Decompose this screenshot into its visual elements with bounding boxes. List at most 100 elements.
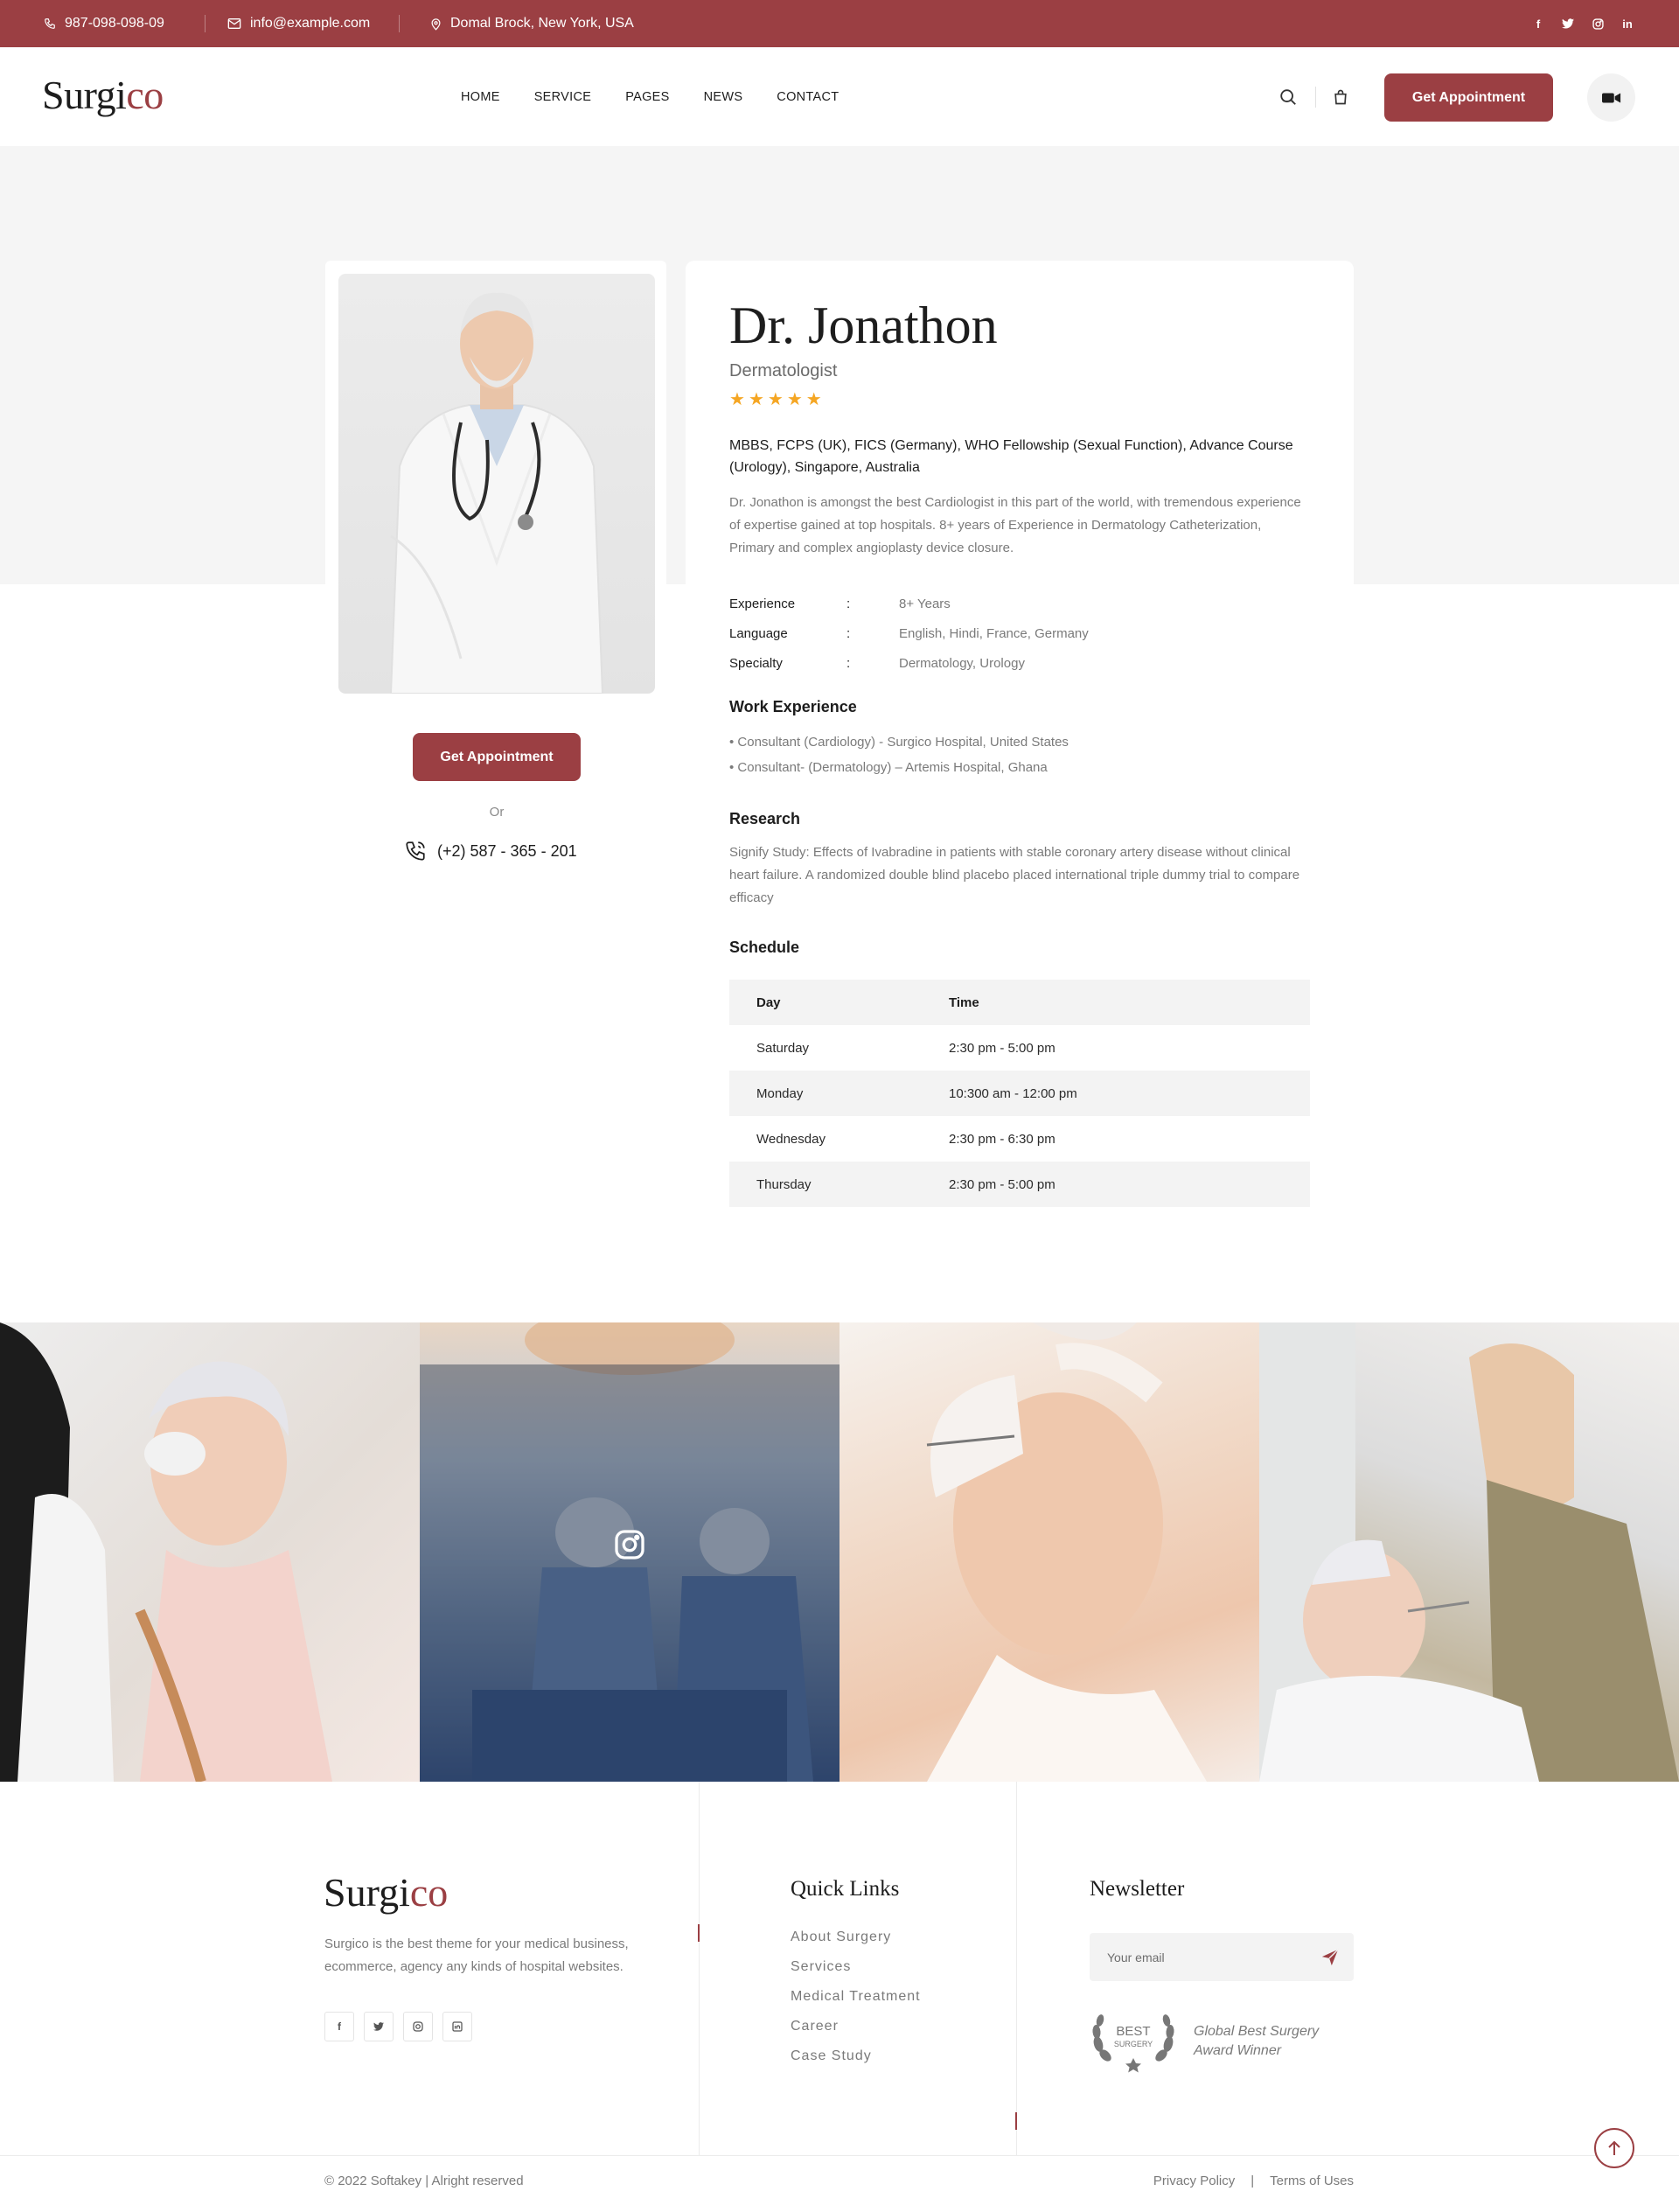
fact-value: English, Hindi, France, Germany <box>899 625 1089 641</box>
schedule-day: Thursday <box>756 1176 812 1192</box>
table-row: Saturday 2:30 pm - 5:00 pm <box>729 1025 1310 1071</box>
phone-call-icon <box>406 841 425 861</box>
cart-icon[interactable] <box>1329 86 1352 108</box>
doctor-phone[interactable]: (+2) 587 - 365 - 201 <box>404 840 577 862</box>
newsletter-email-input[interactable] <box>1090 1933 1308 1981</box>
instagram-icon[interactable] <box>403 2012 433 2041</box>
fact-row: Experience : 8+ Years <box>729 589 1306 618</box>
send-icon[interactable] <box>1320 1948 1340 1967</box>
star-icon: ★ <box>767 390 784 409</box>
facebook-icon[interactable]: f <box>324 2012 354 2041</box>
privacy-policy-link[interactable]: Privacy Policy <box>1153 2174 1235 2188</box>
main-header: Surgico HOME SERVICE PAGES NEWS CONTACT … <box>0 47 1679 146</box>
schedule-time: 2:30 pm - 5:00 pm <box>949 1040 1055 1056</box>
footer-divider-accent <box>698 1924 700 1942</box>
video-call-button[interactable] <box>1587 73 1635 122</box>
award-badge-line2: SURGERY <box>1114 2040 1153 2048</box>
phone-icon <box>45 18 55 29</box>
footer-description: Surgico is the best theme for your medic… <box>324 1936 629 1974</box>
schedule-table: Day Time Saturday 2:30 pm - 5:00 pm Mond… <box>729 980 1310 1207</box>
search-icon[interactable] <box>1277 86 1299 108</box>
gallery-image-active[interactable] <box>420 1322 840 1782</box>
terms-of-use-link[interactable]: Terms of Uses <box>1270 2174 1354 2188</box>
nav-pages[interactable]: PAGES <box>625 90 669 104</box>
schedule-header-row: Day Time <box>729 980 1310 1025</box>
fact-separator: : <box>846 596 851 611</box>
facebook-icon[interactable]: f <box>1530 16 1546 31</box>
award-badge: BEST SURGERY <box>1088 2006 1179 2076</box>
quick-link-about-surgery[interactable]: About Surgery <box>791 1922 921 1952</box>
quick-links-title: Quick Links <box>791 1877 900 1901</box>
instagram-icon[interactable] <box>1590 16 1606 31</box>
quick-link-services[interactable]: Services <box>791 1952 921 1982</box>
fact-label: Specialty <box>729 655 783 671</box>
footer-divider-accent <box>1015 2112 1017 2130</box>
logo-accent-text: co <box>126 73 164 117</box>
video-camera-icon <box>1601 93 1620 102</box>
fact-separator: : <box>846 655 851 671</box>
nav-contact[interactable]: CONTACT <box>777 90 839 104</box>
scroll-to-top-button[interactable] <box>1594 2128 1634 2168</box>
rating-stars: ★ ★ ★ ★ ★ <box>729 388 822 410</box>
schedule-title: Schedule <box>729 939 800 956</box>
legal-separator: | <box>1251 2174 1255 2188</box>
header-divider <box>1315 87 1316 108</box>
topbar-phone[interactable]: 987-098-098-09 <box>44 0 164 47</box>
quick-link-medical-treatment[interactable]: Medical Treatment <box>791 1982 921 2012</box>
mail-icon <box>227 18 241 29</box>
top-bar: 987-098-098-09 info@example.com Domal Br… <box>0 0 1679 47</box>
arrow-up-icon <box>1608 2140 1620 2155</box>
list-item: • Consultant (Cardiology) - Surgico Hosp… <box>729 735 1069 750</box>
fact-row: Language : English, Hindi, France, Germa… <box>729 618 1306 648</box>
linkedin-icon[interactable] <box>442 2012 472 2041</box>
nav-service[interactable]: SERVICE <box>534 90 592 104</box>
schedule-time: 2:30 pm - 5:00 pm <box>949 1176 1055 1192</box>
award-text: Global Best Surgery Award Winner <box>1194 2022 1319 2061</box>
star-icon <box>1125 2058 1141 2073</box>
quick-links-list: About Surgery Services Medical Treatment… <box>791 1922 921 2071</box>
instagram-icon[interactable] <box>614 1529 645 1560</box>
work-experience-list: • Consultant (Cardiology) - Surgico Hosp… <box>729 729 1069 780</box>
quick-link-career[interactable]: Career <box>791 2012 921 2041</box>
gallery-image[interactable] <box>840 1322 1259 1782</box>
header-get-appointment-button[interactable]: Get Appointment <box>1384 73 1553 122</box>
schedule-time: 2:30 pm - 6:30 pm <box>949 1131 1055 1147</box>
doctor-phone-text: (+2) 587 - 365 - 201 <box>437 841 577 860</box>
twitter-icon[interactable] <box>364 2012 394 2041</box>
doctor-photo-card <box>325 261 666 707</box>
table-row: Wednesday 2:30 pm - 6:30 pm <box>729 1116 1310 1162</box>
topbar-divider <box>205 15 206 32</box>
logo-text: Surgi <box>42 73 127 117</box>
footer-logo-text: Surgi <box>324 1870 410 1915</box>
footer-logo-accent-text: co <box>409 1870 449 1915</box>
twitter-icon[interactable] <box>1560 16 1576 31</box>
list-item: • Consultant- (Dermatology) – Artemis Ho… <box>729 760 1048 775</box>
instagram-gallery <box>0 1322 1679 1782</box>
copyright-text: © 2022 Softakey | Alright reserved <box>324 2174 524 2188</box>
doctor-qualifications: MBBS, FCPS (UK), FICS (Germany), WHO Fel… <box>729 438 1293 475</box>
quick-link-case-study[interactable]: Case Study <box>791 2041 921 2071</box>
topbar-email[interactable]: info@example.com <box>227 0 370 47</box>
site-logo[interactable]: Surgico <box>42 72 164 118</box>
newsletter-form <box>1090 1933 1354 1981</box>
footer-logo[interactable]: Surgico <box>324 1869 448 1915</box>
nav-home[interactable]: HOME <box>461 90 500 104</box>
gallery-image[interactable] <box>1259 1322 1679 1782</box>
award-text-line1: Global Best Surgery <box>1194 2024 1320 2039</box>
legal-links: Privacy Policy | Terms of Uses <box>1153 2174 1354 2188</box>
nav-news[interactable]: NEWS <box>704 90 743 104</box>
topbar-address-text: Domal Brock, New York, USA <box>450 16 634 31</box>
work-experience-title: Work Experience <box>729 698 857 715</box>
gallery-image[interactable] <box>0 1322 420 1782</box>
footer-bottom-divider <box>0 2155 1679 2156</box>
star-icon: ★ <box>805 390 822 409</box>
star-icon: ★ <box>729 390 745 409</box>
topbar-divider <box>399 15 400 32</box>
newsletter-title: Newsletter <box>1090 1877 1185 1901</box>
fact-value: Dermatology, Urology <box>899 655 1025 671</box>
linkedin-icon[interactable]: in <box>1620 16 1635 31</box>
fact-label: Experience <box>729 596 796 611</box>
footer-social: f <box>324 2012 472 2041</box>
doctor-get-appointment-button[interactable]: Get Appointment <box>413 733 581 781</box>
star-icon: ★ <box>786 390 803 409</box>
